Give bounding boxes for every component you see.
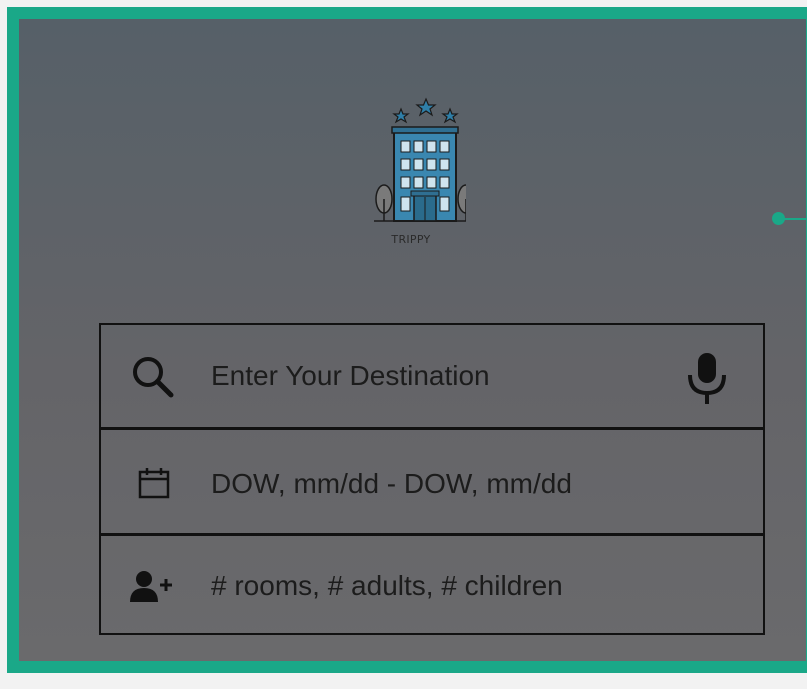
microphone-icon[interactable] xyxy=(685,351,729,407)
annotation-line xyxy=(781,218,807,220)
guests-field[interactable]: # rooms, # adults, # children xyxy=(99,533,765,635)
dates-placeholder: DOW, mm/dd - DOW, mm/dd xyxy=(211,468,572,499)
dates-field[interactable]: DOW, mm/dd - DOW, mm/dd xyxy=(99,427,765,535)
add-user-icon xyxy=(130,571,172,602)
search-icon[interactable] xyxy=(131,355,175,399)
app-frame: TRIPPY Enter Your Destination DOW, mm/dd… xyxy=(7,7,807,673)
destination-placeholder: Enter Your Destination xyxy=(211,360,490,391)
hotel-logo-icon xyxy=(374,97,466,222)
brand-name: TRIPPY xyxy=(391,233,431,246)
calendar-icon xyxy=(138,468,170,499)
guests-placeholder: # rooms, # adults, # children xyxy=(211,570,563,601)
destination-field[interactable]: Enter Your Destination xyxy=(99,323,765,429)
search-form: Enter Your Destination DOW, mm/dd - DOW,… xyxy=(99,323,765,635)
